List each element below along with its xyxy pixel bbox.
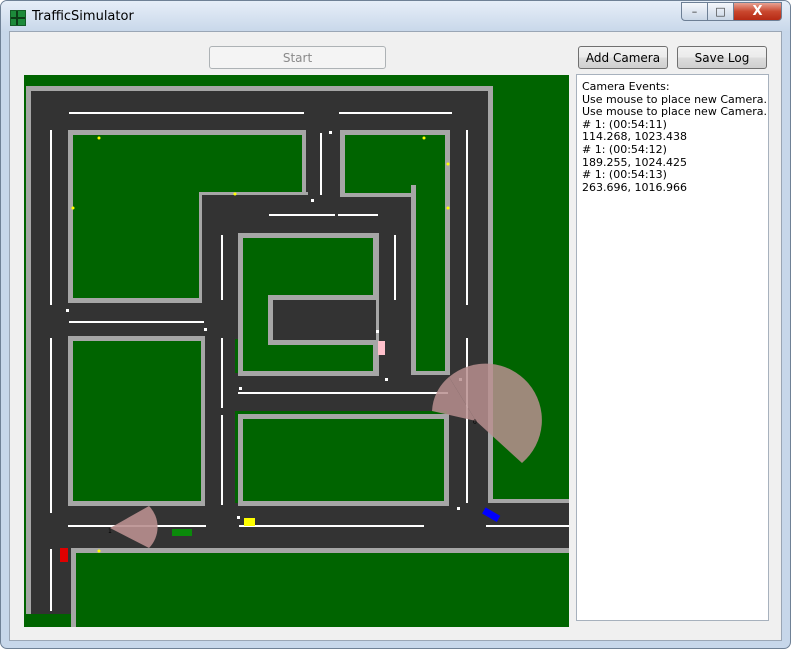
traffic-light-dot bbox=[97, 136, 101, 140]
traffic-light-dot bbox=[446, 162, 450, 166]
maximize-button[interactable]: □ bbox=[708, 2, 734, 21]
curb-south-left bbox=[71, 548, 76, 627]
traffic-light-dot bbox=[97, 549, 101, 553]
close-icon: X bbox=[752, 4, 763, 19]
block-f bbox=[243, 419, 444, 501]
curb-south bbox=[71, 548, 569, 553]
simulation-map[interactable]: 0 1 bbox=[24, 75, 569, 627]
pedestrian bbox=[239, 387, 242, 390]
vehicle-green bbox=[172, 529, 192, 536]
block-c bbox=[416, 185, 445, 371]
maximize-icon: □ bbox=[715, 5, 726, 18]
lane-mark bbox=[70, 321, 72, 323]
lane-mark bbox=[239, 525, 424, 527]
pedestrian bbox=[66, 309, 69, 312]
title-bar[interactable]: TrafficSimulator – □ X bbox=[1, 1, 790, 31]
block-b bbox=[345, 135, 445, 193]
minimize-icon: – bbox=[691, 5, 698, 18]
vehicle-pink bbox=[378, 341, 385, 355]
lane-mark bbox=[50, 549, 52, 611]
pedestrian bbox=[237, 516, 240, 519]
add-camera-button[interactable]: Add Camera bbox=[578, 46, 668, 69]
road-network bbox=[26, 86, 569, 627]
lane-mark bbox=[320, 133, 322, 195]
lane-mark bbox=[221, 338, 223, 408]
lane-mark bbox=[221, 235, 223, 300]
spur-road bbox=[273, 300, 376, 340]
traffic-light-dot bbox=[446, 206, 450, 210]
log-line: # 1: (00:54:13) bbox=[582, 168, 667, 182]
camera-id-label: 0 bbox=[473, 419, 477, 426]
app-icon bbox=[10, 10, 26, 26]
lane-mark bbox=[50, 338, 52, 513]
block-south bbox=[71, 548, 569, 627]
traffic-light-dot bbox=[71, 206, 75, 210]
lane-mark bbox=[466, 338, 468, 503]
client-area: Start Add Camera Save Log 0 1 Camera Eve… bbox=[9, 31, 782, 641]
log-line: 263.696, 1016.966 bbox=[582, 180, 687, 194]
log-line: Use mouse to place new Camera. bbox=[582, 105, 767, 119]
pedestrian bbox=[204, 328, 207, 331]
pedestrian bbox=[329, 131, 332, 134]
lane-mark bbox=[69, 321, 204, 323]
block-d bbox=[73, 341, 201, 501]
log-line: Camera Events: bbox=[582, 80, 670, 93]
camera-id-label: 1 bbox=[108, 528, 112, 535]
lane-mark bbox=[238, 392, 448, 394]
pedestrian bbox=[457, 507, 460, 510]
lane-mark bbox=[466, 130, 468, 305]
save-log-button[interactable]: Save Log bbox=[677, 46, 767, 69]
lane-mark bbox=[339, 112, 452, 114]
minimize-button[interactable]: – bbox=[681, 2, 708, 21]
close-button[interactable]: X bbox=[734, 2, 782, 21]
log-line: # 1: (00:54:12) bbox=[582, 142, 667, 156]
start-button[interactable]: Start bbox=[209, 46, 386, 69]
traffic-light-dot bbox=[422, 136, 426, 140]
pedestrian bbox=[385, 378, 388, 381]
lane-mark bbox=[338, 214, 378, 216]
lane-mark bbox=[221, 415, 223, 505]
app-window: TrafficSimulator – □ X Start Add Camera … bbox=[0, 0, 791, 649]
lane-mark bbox=[394, 235, 396, 300]
pedestrian bbox=[376, 330, 379, 333]
lane-mark bbox=[50, 130, 52, 305]
traffic-light-dot bbox=[233, 192, 237, 196]
lane-mark bbox=[486, 525, 569, 527]
camera-events-log[interactable]: Camera Events: Use mouse to place new Ca… bbox=[576, 74, 769, 621]
window-controls: – □ X bbox=[681, 2, 782, 21]
window-title: TrafficSimulator bbox=[32, 9, 134, 24]
vehicle-yellow bbox=[244, 518, 255, 526]
lane-mark bbox=[269, 214, 335, 216]
lane-mark bbox=[69, 112, 304, 114]
pedestrian bbox=[311, 199, 314, 202]
vehicle-red bbox=[60, 548, 68, 562]
